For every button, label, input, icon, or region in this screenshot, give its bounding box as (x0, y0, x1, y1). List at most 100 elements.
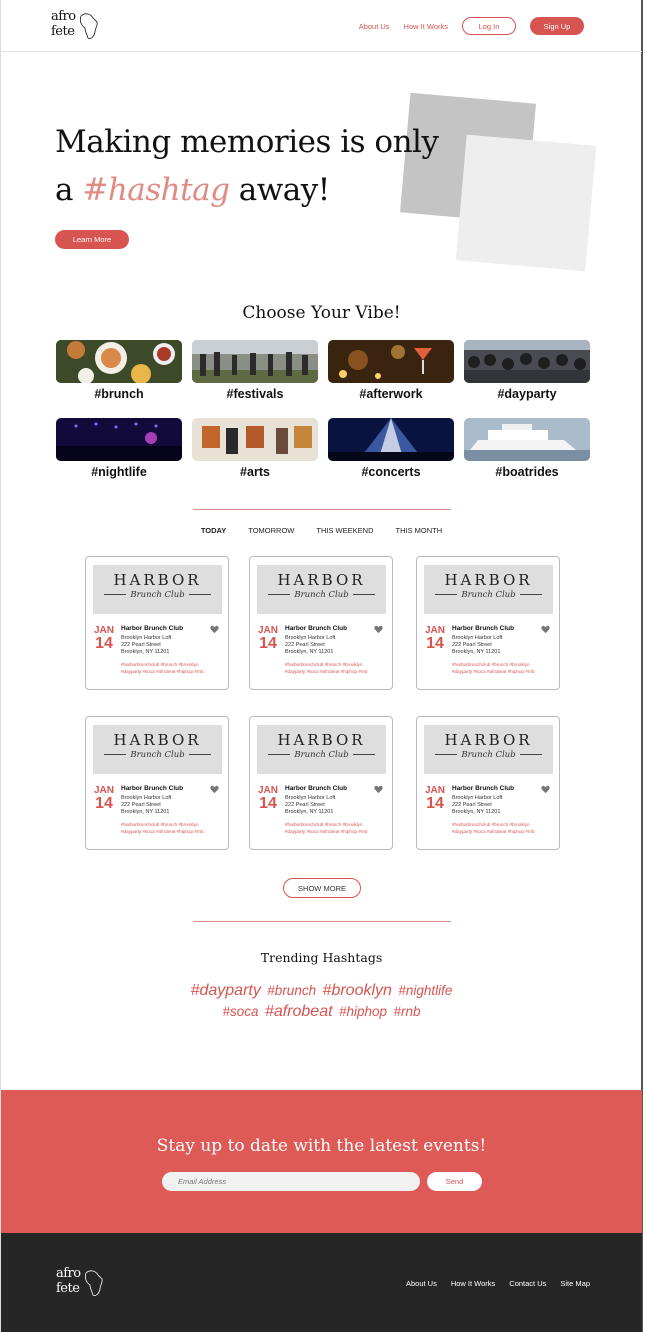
event-street: 222 Pearl Street (121, 642, 161, 648)
vibe-label: #dayparty (497, 387, 557, 401)
footer-link-contact[interactable]: Contact Us (509, 1279, 546, 1288)
site-header: afro fete About Us How It Works Log In S… (1, 0, 642, 52)
vibe-label: #afterwork (359, 387, 423, 401)
vibe-image-nightlife (56, 418, 182, 461)
event-banner: HARBOR Brunch Club (424, 725, 553, 774)
vibe-image-afterwork (328, 340, 454, 383)
afrofete-logo[interactable]: afro fete (51, 10, 101, 44)
event-tags: #harborbrunchclub #brunch #brooklyn #dayp… (452, 661, 552, 675)
event-address: Brooklyn Harbor Loft 222 Pearl Street Broo… (121, 795, 221, 816)
event-tags: #harborbrunchclub #brunch #brooklyn #dayp… (285, 661, 385, 675)
tab-this-weekend[interactable]: THIS WEEKEND (316, 526, 373, 535)
event-banner-subtitle: Brunch Club (257, 750, 386, 760)
trending-hashtag[interactable]: #soca (222, 1004, 258, 1019)
event-day: 14 (259, 635, 277, 652)
nav-how-it-works[interactable]: How It Works (404, 22, 448, 31)
event-card[interactable]: HARBOR Brunch Club JAN 14 Harbor Brunch Club… (249, 716, 393, 850)
event-venue: Brooklyn Harbor Loft (285, 635, 336, 641)
footer-link-about[interactable]: About Us (406, 1279, 437, 1288)
footer-link-site-map[interactable]: Site Map (560, 1279, 590, 1288)
event-tags: #harborbrunchclub #brunch #brooklyn #dayp… (452, 821, 552, 835)
trending-row-1: #dayparty #brunch #brooklyn #nightlife (1, 982, 642, 1000)
footer-link-how-it-works[interactable]: How It Works (451, 1279, 495, 1288)
event-address: Brooklyn Harbor Loft 222 Pearl Street Broo… (285, 635, 385, 656)
heart-icon[interactable] (374, 785, 383, 794)
event-venue: Brooklyn Harbor Loft (285, 795, 336, 801)
event-street: 222 Pearl Street (121, 802, 161, 808)
event-banner-title: HARBOR (277, 571, 366, 589)
trending-hashtag[interactable]: #dayparty (191, 982, 261, 999)
event-card[interactable]: HARBOR Brunch Club JAN 14 Harbor Brunch Club… (85, 716, 229, 850)
site-footer: afro fete About Us How It Works Contact … (1, 1233, 642, 1332)
trending-hashtag[interactable]: #afrobeat (265, 1003, 333, 1020)
heart-icon[interactable] (541, 625, 550, 634)
trending-hashtag[interactable]: #brunch (267, 983, 316, 998)
show-more-button[interactable]: SHOW MORE (283, 878, 361, 898)
vibe-nightlife[interactable]: #nightlife (56, 418, 182, 479)
event-street: 222 Pearl Street (452, 802, 492, 808)
event-tags-line2: #dayparty #soca #afrobeat #hiphop #rnb (121, 669, 204, 674)
event-info: Harbor Brunch Club Brooklyn Harbor Loft 22… (285, 625, 385, 675)
event-city: Brooklyn, NY 11201 (121, 649, 170, 655)
event-banner-subtitle: Brunch Club (93, 750, 222, 760)
event-card[interactable]: HARBOR Brunch Club JAN 14 Harbor Brunch Club… (416, 556, 560, 690)
hero-line2-post: away! (229, 172, 330, 208)
trending-hashtag[interactable]: #rnb (394, 1004, 421, 1019)
vibe-concerts[interactable]: #concerts (328, 418, 454, 479)
event-info: Harbor Brunch Club Brooklyn Harbor Loft 22… (452, 625, 552, 675)
heart-icon[interactable] (210, 625, 219, 634)
event-venue: Brooklyn Harbor Loft (121, 635, 172, 641)
tab-this-month[interactable]: THIS MONTH (395, 526, 442, 535)
signup-button[interactable]: Sign Up (530, 17, 584, 35)
event-banner: HARBOR Brunch Club (424, 565, 553, 614)
africa-outline-icon (84, 1270, 103, 1297)
event-date: JAN 14 (425, 626, 445, 652)
event-tags-line2: #dayparty #soca #afrobeat #hiphop #rnb (121, 829, 204, 834)
trending-hashtag[interactable]: #hiphop (339, 1004, 387, 1019)
event-banner-title: HARBOR (277, 731, 366, 749)
section-divider (193, 509, 451, 510)
event-name: Harbor Brunch Club (285, 785, 348, 792)
send-button[interactable]: Send (427, 1172, 482, 1191)
event-city: Brooklyn, NY 11201 (285, 649, 334, 655)
top-nav: About Us How It Works Log In Sign Up (345, 16, 584, 36)
event-card[interactable]: HARBOR Brunch Club JAN 14 Harbor Brunch Club… (249, 556, 393, 690)
email-input[interactable]: Email Address (162, 1172, 420, 1191)
vibe-section-title: Choose Your Vibe! (242, 303, 401, 323)
event-date: JAN 14 (94, 786, 114, 812)
vibe-boatrides[interactable]: #boatrides (464, 418, 590, 479)
event-day: 14 (95, 635, 113, 652)
vibe-dayparty[interactable]: #dayparty (464, 340, 590, 401)
trending-hashtag[interactable]: #brooklyn (323, 982, 392, 999)
africa-outline-icon (79, 13, 98, 40)
vibe-image-festivals (192, 340, 318, 383)
tab-today[interactable]: TODAY (201, 526, 226, 535)
trending-title: Trending Hashtags (260, 950, 383, 965)
event-tags: #harborbrunchclub #brunch #brooklyn #dayp… (121, 661, 221, 675)
heart-icon[interactable] (210, 785, 219, 794)
event-banner-subtitle: Brunch Club (424, 750, 553, 760)
footer-logo[interactable]: afro fete (56, 1267, 106, 1301)
trending-hashtag[interactable]: #nightlife (398, 983, 452, 998)
vibe-label: #concerts (361, 465, 421, 479)
tab-tomorrow[interactable]: TOMORROW (248, 526, 294, 535)
vibe-arts[interactable]: #arts (192, 418, 318, 479)
heart-icon[interactable] (541, 785, 550, 794)
event-tags-line1: #harborbrunchclub #brunch #brooklyn (121, 822, 199, 827)
hero-line2: a #hashtag away! (55, 166, 438, 214)
learn-more-button[interactable]: Learn More (55, 230, 129, 249)
event-day: 14 (95, 795, 113, 812)
date-filter-tabs: TODAY TOMORROW THIS WEEKEND THIS MONTH (1, 526, 642, 535)
event-card[interactable]: HARBOR Brunch Club JAN 14 Harbor Brunch Club… (85, 556, 229, 690)
event-card[interactable]: HARBOR Brunch Club JAN 14 Harbor Brunch Club… (416, 716, 560, 850)
vibe-afterwork[interactable]: #afterwork (328, 340, 454, 401)
vibe-brunch[interactable]: #brunch (56, 340, 182, 401)
heart-icon[interactable] (374, 625, 383, 634)
nav-about-us[interactable]: About Us (359, 22, 390, 31)
vibe-image-arts (192, 418, 318, 461)
event-city: Brooklyn, NY 11201 (452, 809, 501, 815)
vibe-festivals[interactable]: #festivals (192, 340, 318, 401)
login-button[interactable]: Log In (462, 17, 516, 35)
hero-hashtag: #hashtag (82, 172, 230, 208)
event-date: JAN 14 (258, 626, 278, 652)
